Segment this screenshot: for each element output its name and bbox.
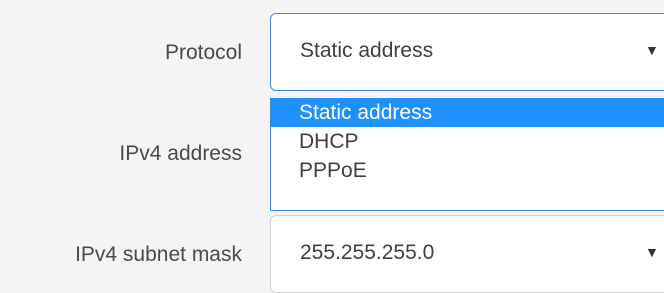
- protocol-label: Protocol: [164, 41, 242, 64]
- caret-down-icon: ▼: [645, 42, 659, 58]
- protocol-select[interactable]: Static address ▼: [270, 13, 664, 91]
- protocol-dropdown-list: Static address DHCP PPPoE: [270, 98, 664, 211]
- caret-down-icon: ▼: [645, 244, 659, 260]
- ipv4-address-label: IPv4 address: [119, 142, 242, 165]
- ipv4-subnet-mask-label: IPv4 subnet mask: [75, 243, 242, 266]
- protocol-option-dhcp[interactable]: DHCP: [271, 127, 664, 156]
- protocol-option-pppoe[interactable]: PPPoE: [271, 156, 664, 185]
- ipv4-subnet-mask-value: 255.255.255.0: [300, 241, 435, 264]
- ipv4-subnet-mask-select[interactable]: 255.255.255.0 ▼: [270, 215, 664, 293]
- protocol-selected-value: Static address: [300, 39, 434, 62]
- protocol-option-static-address[interactable]: Static address: [271, 98, 664, 127]
